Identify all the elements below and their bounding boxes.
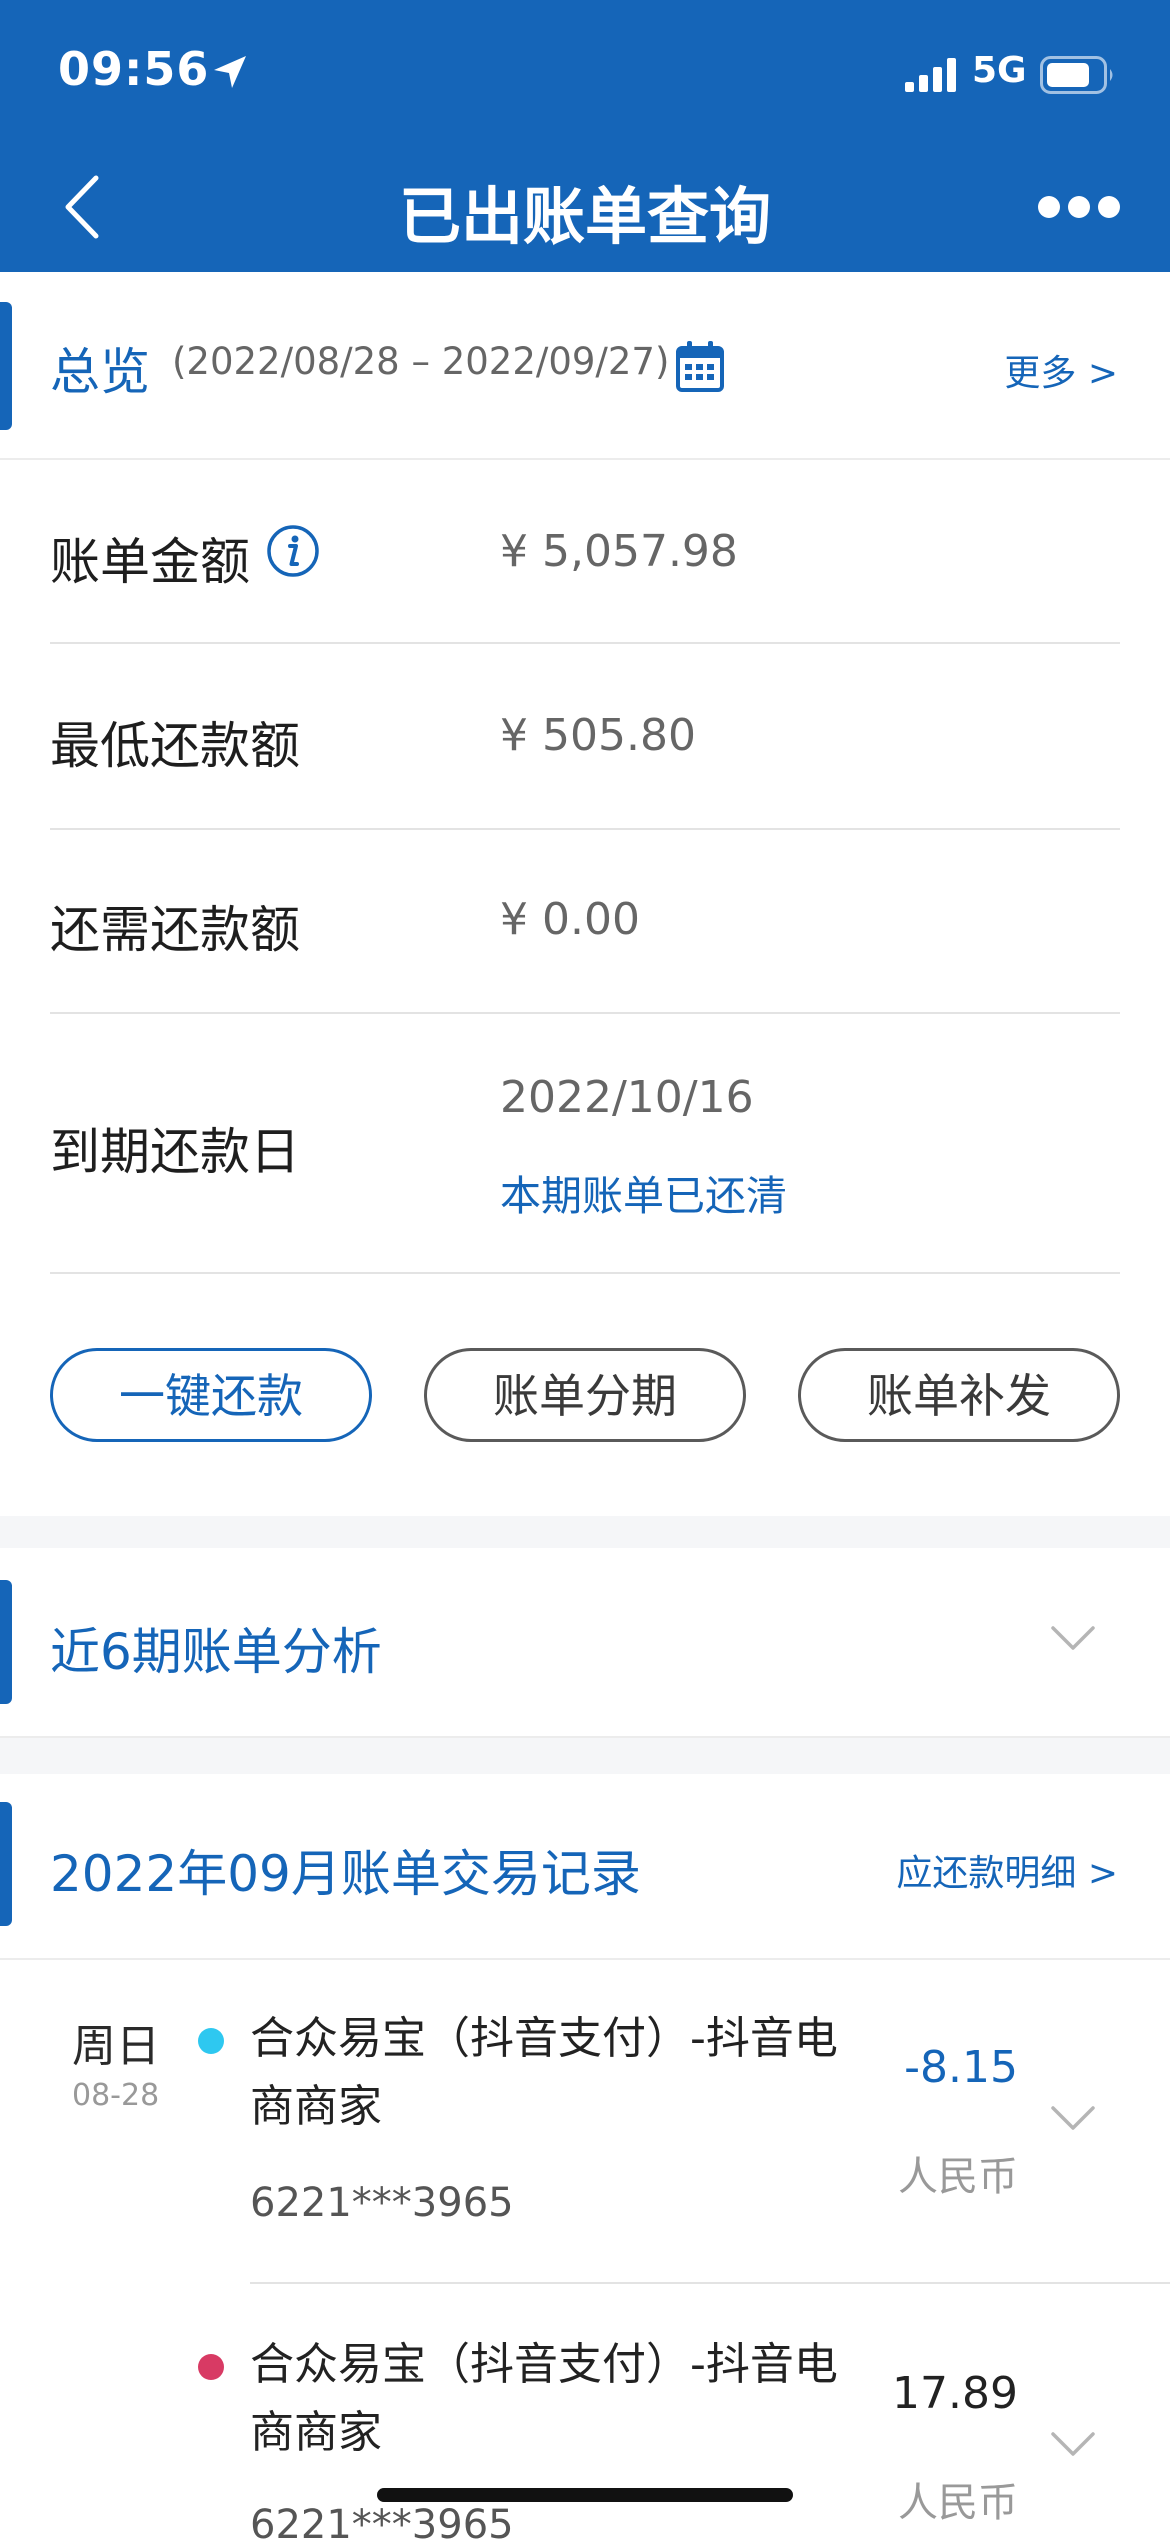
- calendar-icon[interactable]: [676, 340, 724, 392]
- divider: [50, 642, 1120, 644]
- transaction-weekday: 周日: [72, 2021, 160, 2072]
- section-accent: [0, 302, 12, 430]
- home-indicator: [377, 2488, 793, 2502]
- divider: [50, 1012, 1120, 1014]
- purchase-dot-icon: [198, 2354, 224, 2380]
- chevron-down-icon[interactable]: [1050, 2430, 1096, 2458]
- chevron-down-icon[interactable]: [1050, 2104, 1096, 2132]
- divider: [50, 828, 1120, 830]
- cellular-signal-icon: [905, 58, 956, 92]
- section-gap: [0, 1736, 1170, 1774]
- page-title: 已出账单查询: [398, 180, 771, 253]
- info-icon[interactable]: [266, 524, 320, 578]
- location-arrow-icon: [214, 56, 246, 88]
- analysis-title[interactable]: 近6期账单分析: [50, 1612, 382, 1684]
- chevron-down-icon[interactable]: [1050, 1624, 1096, 1652]
- repayment-detail-link[interactable]: 应还款明细 >: [896, 1844, 1118, 1896]
- section-accent: [0, 1580, 12, 1704]
- transaction-merchant: 合众易宝（抖音支付）-抖音电商商家: [250, 2013, 838, 2132]
- divider: [250, 2282, 1170, 2284]
- overview-more-link[interactable]: 更多 >: [1004, 344, 1118, 396]
- transaction-merchant: 合众易宝（抖音支付）-抖音电商商家: [250, 2339, 838, 2458]
- transaction-amount: 17.89: [892, 2368, 1018, 2419]
- transaction-card: 6221***3965: [250, 2502, 514, 2548]
- overview-period: (2022/08/28 – 2022/09/27): [172, 340, 670, 383]
- status-time: 09:56: [58, 42, 210, 96]
- divider: [0, 458, 1170, 460]
- due-date-label: 到期还款日: [50, 1123, 300, 1181]
- transaction-card: 6221***3965: [250, 2180, 514, 2226]
- transactions-title: 2022年09月账单交易记录: [50, 1845, 641, 1903]
- remaining-label: 还需还款额: [50, 901, 300, 959]
- section-gap: [0, 1516, 1170, 1548]
- overview-title: 总览: [50, 343, 150, 401]
- app-header: 09:56 5G 已出账单查询: [0, 0, 1170, 272]
- divider: [0, 1958, 1170, 1960]
- one-click-repay-button[interactable]: 一键还款: [50, 1348, 372, 1442]
- min-payment-value: ¥ 505.80: [500, 710, 696, 761]
- section-accent: [0, 1802, 12, 1926]
- transaction-currency: 人民币: [898, 2480, 1018, 2526]
- remaining-value: ¥ 0.00: [500, 894, 640, 945]
- bill-resend-button[interactable]: 账单补发: [798, 1348, 1120, 1442]
- more-options-icon[interactable]: [1036, 194, 1122, 220]
- divider: [50, 1272, 1120, 1274]
- transaction-currency: 人民币: [898, 2154, 1018, 2200]
- transaction-date: 08-28: [72, 2078, 160, 2113]
- refund-dot-icon: [198, 2028, 224, 2054]
- paid-status-text: 本期账单已还清: [500, 1172, 787, 1220]
- bill-amount-value: ¥ 5,057.98: [500, 526, 738, 577]
- due-date-value: 2022/10/16: [500, 1072, 754, 1123]
- network-type: 5G: [972, 50, 1027, 91]
- transaction-amount: -8.15: [904, 2042, 1018, 2093]
- bill-installment-button[interactable]: 账单分期: [424, 1348, 746, 1442]
- battery-icon: [1040, 56, 1113, 94]
- bill-amount-label: 账单金额: [50, 533, 250, 591]
- min-payment-label: 最低还款额: [50, 717, 300, 775]
